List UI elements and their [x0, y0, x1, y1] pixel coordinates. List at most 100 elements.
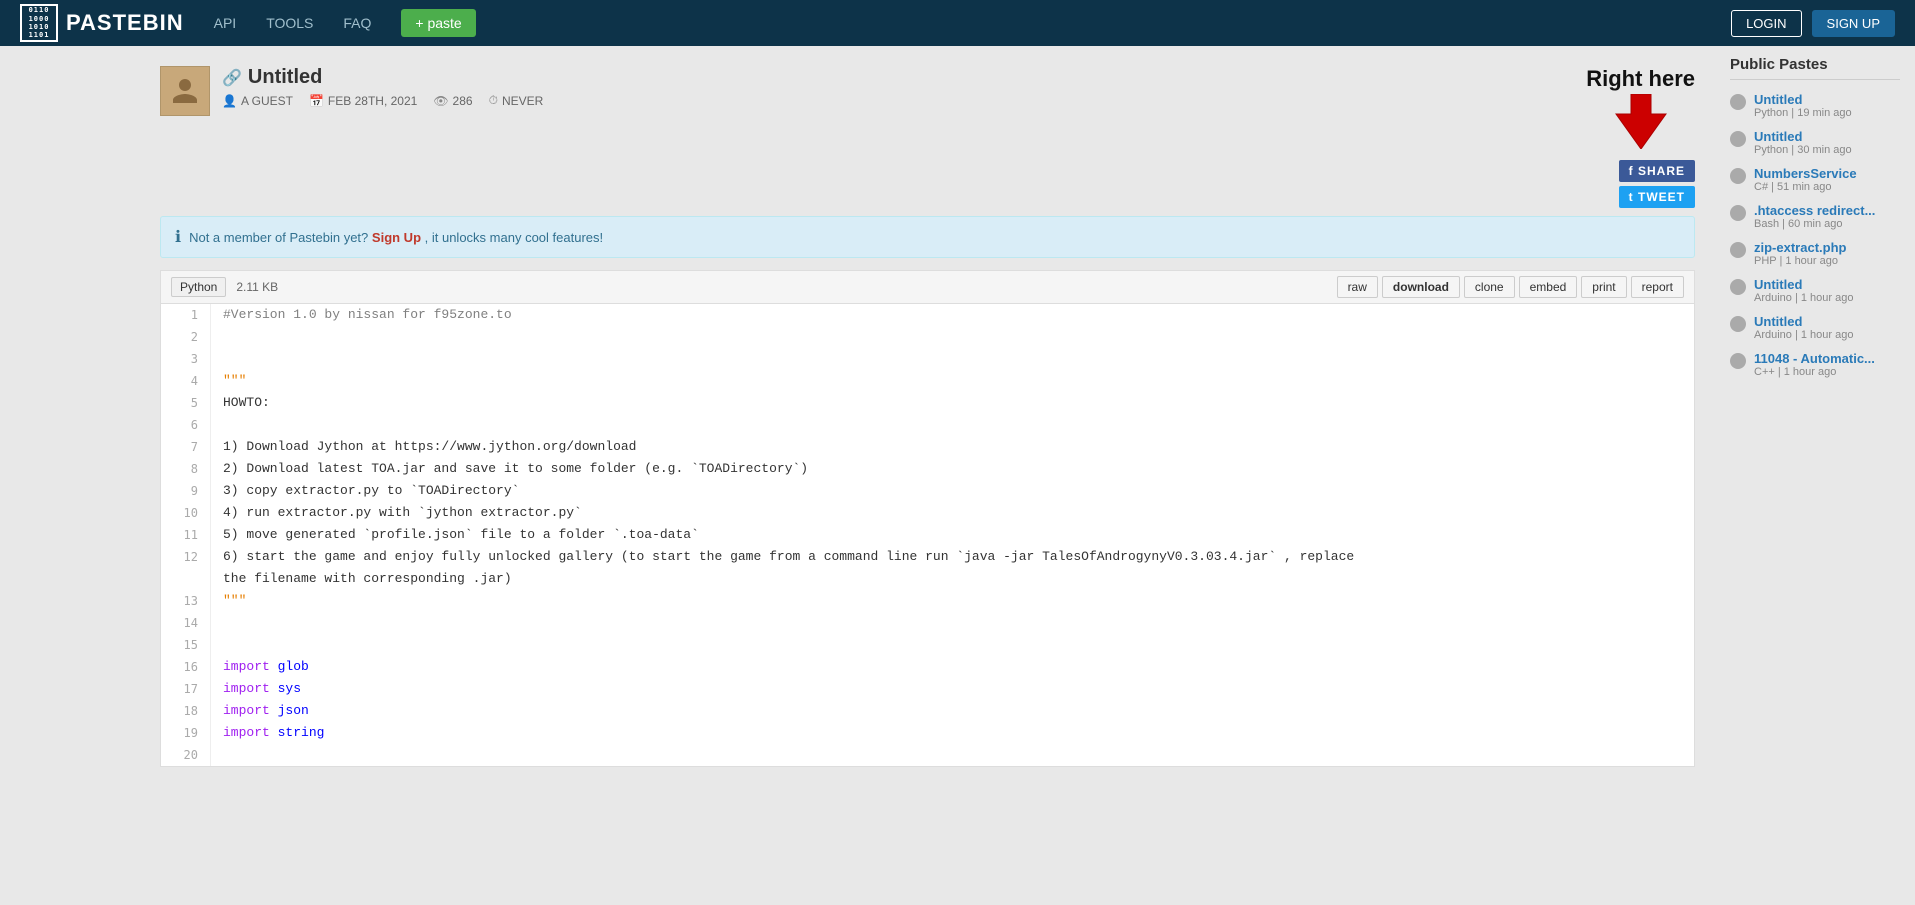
paste-item-name[interactable]: Untitled	[1754, 314, 1853, 329]
paste-item-icon	[1730, 94, 1746, 110]
sidebar: Public Pastes Untitled Python | 19 min a…	[1715, 46, 1915, 787]
sidebar-paste-item[interactable]: .htaccess redirect... Bash | 60 min ago	[1730, 203, 1900, 230]
line-code[interactable]: HOWTO:	[211, 392, 270, 414]
report-button[interactable]: report	[1631, 276, 1684, 298]
annotation-area: Right here	[1586, 66, 1695, 152]
nav-tools[interactable]: TOOLS	[266, 15, 313, 31]
sidebar-paste-item[interactable]: Untitled Arduino | 1 hour ago	[1730, 314, 1900, 341]
paste-item-name[interactable]: .htaccess redirect...	[1754, 203, 1875, 218]
line-number: 18	[161, 700, 211, 722]
paste-item-name[interactable]: Untitled	[1754, 129, 1852, 144]
sidebar-paste-item[interactable]: Untitled Python | 19 min ago	[1730, 92, 1900, 119]
new-paste-button[interactable]: + paste	[401, 9, 475, 37]
paste-item-name[interactable]: 11048 - Automatic...	[1754, 351, 1875, 366]
clone-button[interactable]: clone	[1464, 276, 1515, 298]
code-actions: raw download clone embed print report	[1337, 276, 1684, 298]
paste-item-name[interactable]: Untitled	[1754, 277, 1853, 292]
line-code[interactable]: 3) copy extractor.py to `TOADirectory`	[211, 480, 519, 502]
paste-item-meta: C++ | 1 hour ago	[1754, 366, 1875, 378]
line-code[interactable]: 2) Download latest TOA.jar and save it t…	[211, 458, 808, 480]
line-number: 2	[161, 326, 211, 348]
paste-item-info: 11048 - Automatic... C++ | 1 hour ago	[1754, 351, 1875, 378]
line-code[interactable]	[211, 634, 223, 656]
paste-item-meta: PHP | 1 hour ago	[1754, 255, 1846, 267]
expiry-meta: ⏱ NEVER	[489, 93, 544, 108]
sidebar-paste-item[interactable]: zip-extract.php PHP | 1 hour ago	[1730, 240, 1900, 267]
line-number: 6	[161, 414, 211, 436]
avatar	[160, 66, 210, 116]
language-badge: Python	[171, 277, 226, 297]
line-code[interactable]: import json	[211, 700, 309, 722]
download-button[interactable]: download	[1382, 276, 1460, 298]
line-code[interactable]: import glob	[211, 656, 309, 678]
code-line: 104) run extractor.py with `jython extra…	[161, 502, 1694, 524]
sidebar-paste-item[interactable]: Untitled Arduino | 1 hour ago	[1730, 277, 1900, 304]
line-number: 13	[161, 590, 211, 612]
paste-item-name[interactable]: Untitled	[1754, 92, 1852, 107]
line-number: 14	[161, 612, 211, 634]
code-line: 20	[161, 744, 1694, 766]
line-code[interactable]: 5) move generated `profile.json` file to…	[211, 524, 699, 546]
paste-item-icon	[1730, 131, 1746, 147]
code-line: 6	[161, 414, 1694, 436]
line-code[interactable]: """	[211, 370, 246, 392]
line-code[interactable]: import string	[211, 722, 324, 744]
twitter-tweet-button[interactable]: t TWEET	[1619, 186, 1695, 208]
paste-item-info: Untitled Arduino | 1 hour ago	[1754, 277, 1853, 304]
line-code[interactable]: """	[211, 590, 246, 612]
paste-item-icon	[1730, 279, 1746, 295]
line-code[interactable]	[211, 414, 223, 436]
line-code[interactable]: 1) Download Jython at https://www.jython…	[211, 436, 636, 458]
line-code[interactable]	[211, 326, 223, 348]
login-button[interactable]: LOGIN	[1731, 10, 1801, 37]
code-line: 3	[161, 348, 1694, 370]
code-line: 17import sys	[161, 678, 1694, 700]
right-panel: Right here f SHARE t TWEET	[1586, 66, 1695, 208]
sidebar-paste-item[interactable]: 11048 - Automatic... C++ | 1 hour ago	[1730, 351, 1900, 378]
paste-item-name[interactable]: zip-extract.php	[1754, 240, 1846, 255]
paste-item-meta: Python | 19 min ago	[1754, 107, 1852, 119]
nav-faq[interactable]: FAQ	[343, 15, 371, 31]
code-line: 13"""	[161, 590, 1694, 612]
logo-area[interactable]: 0110100010101101 PASTEBIN	[20, 4, 184, 42]
code-line: 93) copy extractor.py to `TOADirectory`	[161, 480, 1694, 502]
nav-api[interactable]: API	[214, 15, 237, 31]
logo-text: PASTEBIN	[66, 10, 184, 36]
calendar-icon: 📅	[309, 94, 324, 108]
line-code[interactable]	[211, 744, 223, 766]
user-icon	[170, 76, 200, 106]
annotation-container: Python 2.11 KB raw download clone embed …	[160, 270, 1695, 767]
code-line: 82) Download latest TOA.jar and save it …	[161, 458, 1694, 480]
paste-item-name[interactable]: NumbersService	[1754, 166, 1857, 181]
line-number: 19	[161, 722, 211, 744]
public-pastes-title: Public Pastes	[1730, 56, 1900, 80]
paste-item-info: Untitled Arduino | 1 hour ago	[1754, 314, 1853, 341]
code-line: 15	[161, 634, 1694, 656]
embed-button[interactable]: embed	[1519, 276, 1578, 298]
line-code[interactable]: import sys	[211, 678, 301, 700]
info-icon: ℹ	[175, 227, 181, 247]
code-toolbar: Python 2.11 KB raw download clone embed …	[160, 270, 1695, 303]
code-line: 19import string	[161, 722, 1694, 744]
line-code[interactable]: #Version 1.0 by nissan for f95zone.to	[211, 304, 512, 326]
line-code[interactable]	[211, 348, 223, 370]
paste-item-info: zip-extract.php PHP | 1 hour ago	[1754, 240, 1846, 267]
line-number: 17	[161, 678, 211, 700]
paste-item-meta: Bash | 60 min ago	[1754, 218, 1875, 230]
sidebar-items: Untitled Python | 19 min ago Untitled Py…	[1730, 92, 1900, 378]
sidebar-paste-item[interactable]: NumbersService C# | 51 min ago	[1730, 166, 1900, 193]
facebook-share-button[interactable]: f SHARE	[1619, 160, 1695, 182]
raw-button[interactable]: raw	[1337, 276, 1378, 298]
sidebar-paste-item[interactable]: Untitled Python | 30 min ago	[1730, 129, 1900, 156]
file-size: 2.11 KB	[236, 280, 278, 294]
line-number: 7	[161, 436, 211, 458]
line-code[interactable]	[211, 612, 223, 634]
paste-item-meta: Python | 30 min ago	[1754, 144, 1852, 156]
print-button[interactable]: print	[1581, 276, 1626, 298]
header: 0110100010101101 PASTEBIN API TOOLS FAQ …	[0, 0, 1915, 46]
signup-button[interactable]: SIGN UP	[1812, 10, 1895, 37]
line-code[interactable]: 6) start the game and enjoy fully unlock…	[211, 546, 1354, 590]
signup-link[interactable]: Sign Up	[372, 230, 421, 245]
code-line: 14	[161, 612, 1694, 634]
line-code[interactable]: 4) run extractor.py with `jython extract…	[211, 502, 582, 524]
